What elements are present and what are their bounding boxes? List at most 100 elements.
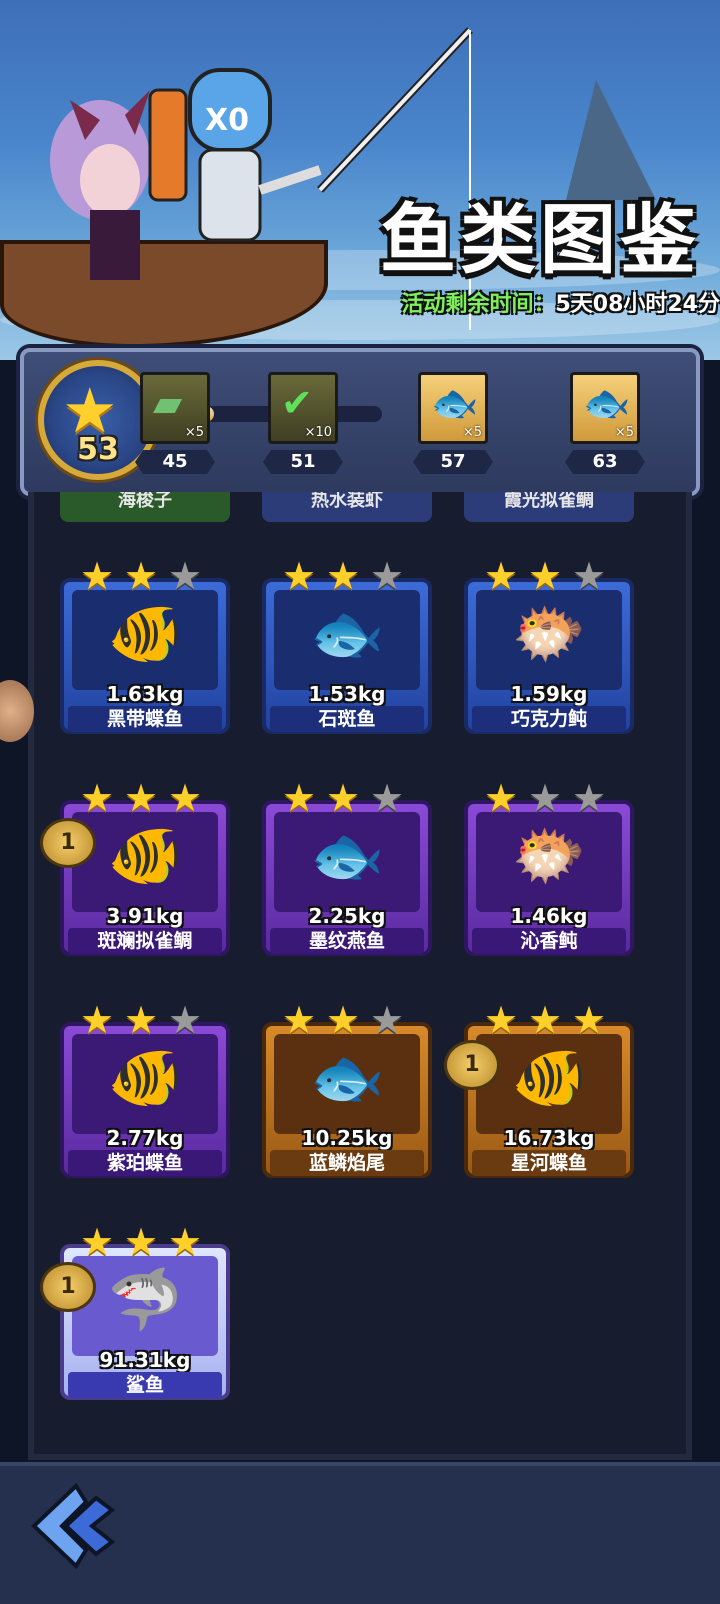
reward-count: ×5: [184, 425, 204, 440]
star-icon: ★: [168, 554, 203, 598]
star-icon: ★: [80, 998, 115, 1042]
reward-count: ×5: [614, 425, 634, 440]
reward-threshold: 63: [565, 450, 645, 474]
star-icon: ★: [80, 554, 115, 598]
fish-card[interactable]: ★ ★ ★ 🐡 1.46kg 沁香鲀: [464, 778, 634, 956]
fish-icon: 🐟: [309, 599, 385, 669]
star-icon: ★: [370, 776, 405, 820]
rank-badge: 1: [444, 1040, 500, 1090]
fish-name: 斑斓拟雀鲷: [68, 928, 222, 954]
reward-threshold: 45: [135, 450, 215, 474]
reward-51[interactable]: ✔ ×10: [268, 372, 338, 444]
star-icon: ★: [80, 776, 115, 820]
fish-name: 鲨鱼: [68, 1372, 222, 1398]
star-progress-panel: ★ 53 ▰ ×5 45 ✔ ×10 51 🐟 ×5 57 🐟 ×5 63: [20, 348, 700, 496]
fish-name: 紫珀蝶鱼: [68, 1150, 222, 1176]
fishing-lure-icon: 🐟: [431, 381, 479, 425]
fish-weight: 3.91kg: [106, 904, 184, 928]
star-icon: ★: [370, 998, 405, 1042]
star-icon: ★: [370, 554, 405, 598]
fish-card[interactable]: ★ ★ ★ 🐟 1.53kg 石斑鱼: [262, 556, 432, 734]
star-icon: ★: [528, 776, 563, 820]
star-icon: ★: [528, 554, 563, 598]
fish-card[interactable]: ★ ★ ★ 🐠 2.77kg 紫珀蝶鱼: [60, 1000, 230, 1178]
fish-weight: 91.31kg: [99, 1348, 191, 1372]
star-icon: ★: [282, 998, 317, 1042]
star-rating: ★ ★ ★: [80, 556, 210, 596]
fish-card[interactable]: ★ ★ ★ 🦈 91.31kg 鲨鱼 1: [40, 1222, 230, 1400]
fish-name: 星河蝶鱼: [472, 1150, 626, 1176]
fish-name: 蓝鳞焰尾: [270, 1150, 424, 1176]
star-icon: ★: [168, 998, 203, 1042]
star-icon: ★: [80, 1220, 115, 1264]
fish-name: 墨纹燕鱼: [270, 928, 424, 954]
reward-57[interactable]: 🐟 ×5: [418, 372, 488, 444]
fish-icon: 🐟: [309, 1043, 385, 1113]
banner-background: X0 鱼类图鉴 活动剩余时间：5天08小时24分: [0, 0, 720, 360]
star-icon: ★: [484, 776, 519, 820]
rank-badge: 1: [40, 1262, 96, 1312]
fish-card[interactable]: ★ ★ ★ 🐠 16.73kg 星河蝶鱼 1: [444, 1000, 634, 1178]
svg-text:X0: X0: [205, 103, 249, 138]
star-rating: ★ ★ ★: [282, 556, 412, 596]
reward-count: ×10: [304, 425, 332, 440]
star-icon: ★: [572, 998, 607, 1042]
fish-card[interactable]: ★ ★ ★ 🐠 3.91kg 斑斓拟雀鲷 1: [40, 778, 230, 956]
rank-badge: 1: [40, 818, 96, 868]
star-rating: ★ ★ ★: [80, 778, 210, 818]
fish-card-partial[interactable]: 霞光拟雀鲷: [464, 492, 634, 522]
fish-icon: 🐡: [511, 821, 587, 891]
fish-icon: 🐟: [309, 821, 385, 891]
fish-icon: 🐠: [107, 599, 183, 669]
fish-card[interactable]: ★ ★ ★ 🐟 10.25kg 蓝鳞焰尾: [262, 1000, 432, 1178]
reward-threshold: 51: [263, 450, 343, 474]
fish-weight: 1.46kg: [510, 904, 588, 928]
star-rating: ★ ★ ★: [282, 778, 412, 818]
star-icon: ★: [168, 776, 203, 820]
fish-name: 黑带蝶鱼: [68, 706, 222, 732]
star-icon: ★: [282, 776, 317, 820]
star-icon: ★: [326, 998, 361, 1042]
page-title: 鱼类图鉴: [380, 195, 700, 284]
fish-icon: 🐠: [107, 1043, 183, 1113]
green-item-icon: ▰: [153, 381, 183, 425]
fish-weight: 10.25kg: [301, 1126, 393, 1150]
fish-name: 巧克力鲀: [472, 706, 626, 732]
star-rating: ★ ★ ★: [282, 1000, 412, 1040]
star-icon: ★: [326, 554, 361, 598]
reward-45[interactable]: ▰ ×5: [140, 372, 210, 444]
fish-weight: 2.25kg: [308, 904, 386, 928]
star-rating: ★ ★ ★: [484, 778, 614, 818]
event-timer: 活动剩余时间：5天08小时24分: [401, 286, 720, 318]
star-icon: ★: [484, 998, 519, 1042]
star-icon: ★: [124, 998, 159, 1042]
star-icon: ★: [528, 998, 563, 1042]
reward-count: ×5: [462, 425, 482, 440]
fish-card[interactable]: ★ ★ ★ 🐡 1.59kg 巧克力鲀: [464, 556, 634, 734]
fish-name: 石斑鱼: [270, 706, 424, 732]
fish-card[interactable]: ★ ★ ★ 🐟 2.25kg 墨纹燕鱼: [262, 778, 432, 956]
reward-threshold: 57: [413, 450, 493, 474]
fish-weight: 1.59kg: [510, 682, 588, 706]
fish-weight: 16.73kg: [503, 1126, 595, 1150]
fish-icon: 🐡: [511, 599, 587, 669]
fishing-lure-icon: 🐟: [583, 381, 631, 425]
fish-card[interactable]: ★ ★ ★ 🐠 1.63kg 黑带蝶鱼: [60, 556, 230, 734]
star-icon: ★: [124, 554, 159, 598]
star-rating: ★ ★ ★: [484, 1000, 614, 1040]
fish-weight: 1.63kg: [106, 682, 184, 706]
star-icon: ★: [124, 776, 159, 820]
timer-value: 5天08小时24分: [555, 292, 720, 317]
star-icon: ★: [572, 776, 607, 820]
star-rating: ★ ★ ★: [484, 556, 614, 596]
back-arrow-icon[interactable]: [26, 1480, 122, 1572]
star-icon: ★: [326, 776, 361, 820]
star-rating: ★ ★ ★: [80, 1222, 210, 1262]
reward-63[interactable]: 🐟 ×5: [570, 372, 640, 444]
star-icon: ★: [484, 554, 519, 598]
star-icon: ★: [124, 1220, 159, 1264]
characters-illustration: X0: [50, 68, 322, 280]
fish-card-partial[interactable]: 热水装虾: [262, 492, 432, 522]
fish-card-partial[interactable]: 海梭子: [60, 492, 230, 522]
fish-weight: 1.53kg: [308, 682, 386, 706]
